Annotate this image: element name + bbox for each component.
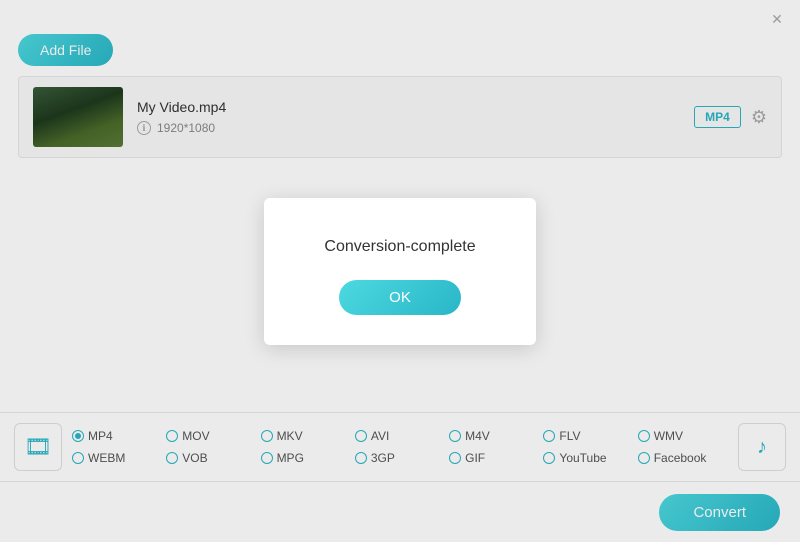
modal-dialog: Conversion-complete OK	[264, 198, 535, 345]
modal-overlay: Conversion-complete OK	[0, 0, 800, 542]
ok-button[interactable]: OK	[339, 280, 461, 315]
modal-title: Conversion-complete	[324, 238, 475, 256]
